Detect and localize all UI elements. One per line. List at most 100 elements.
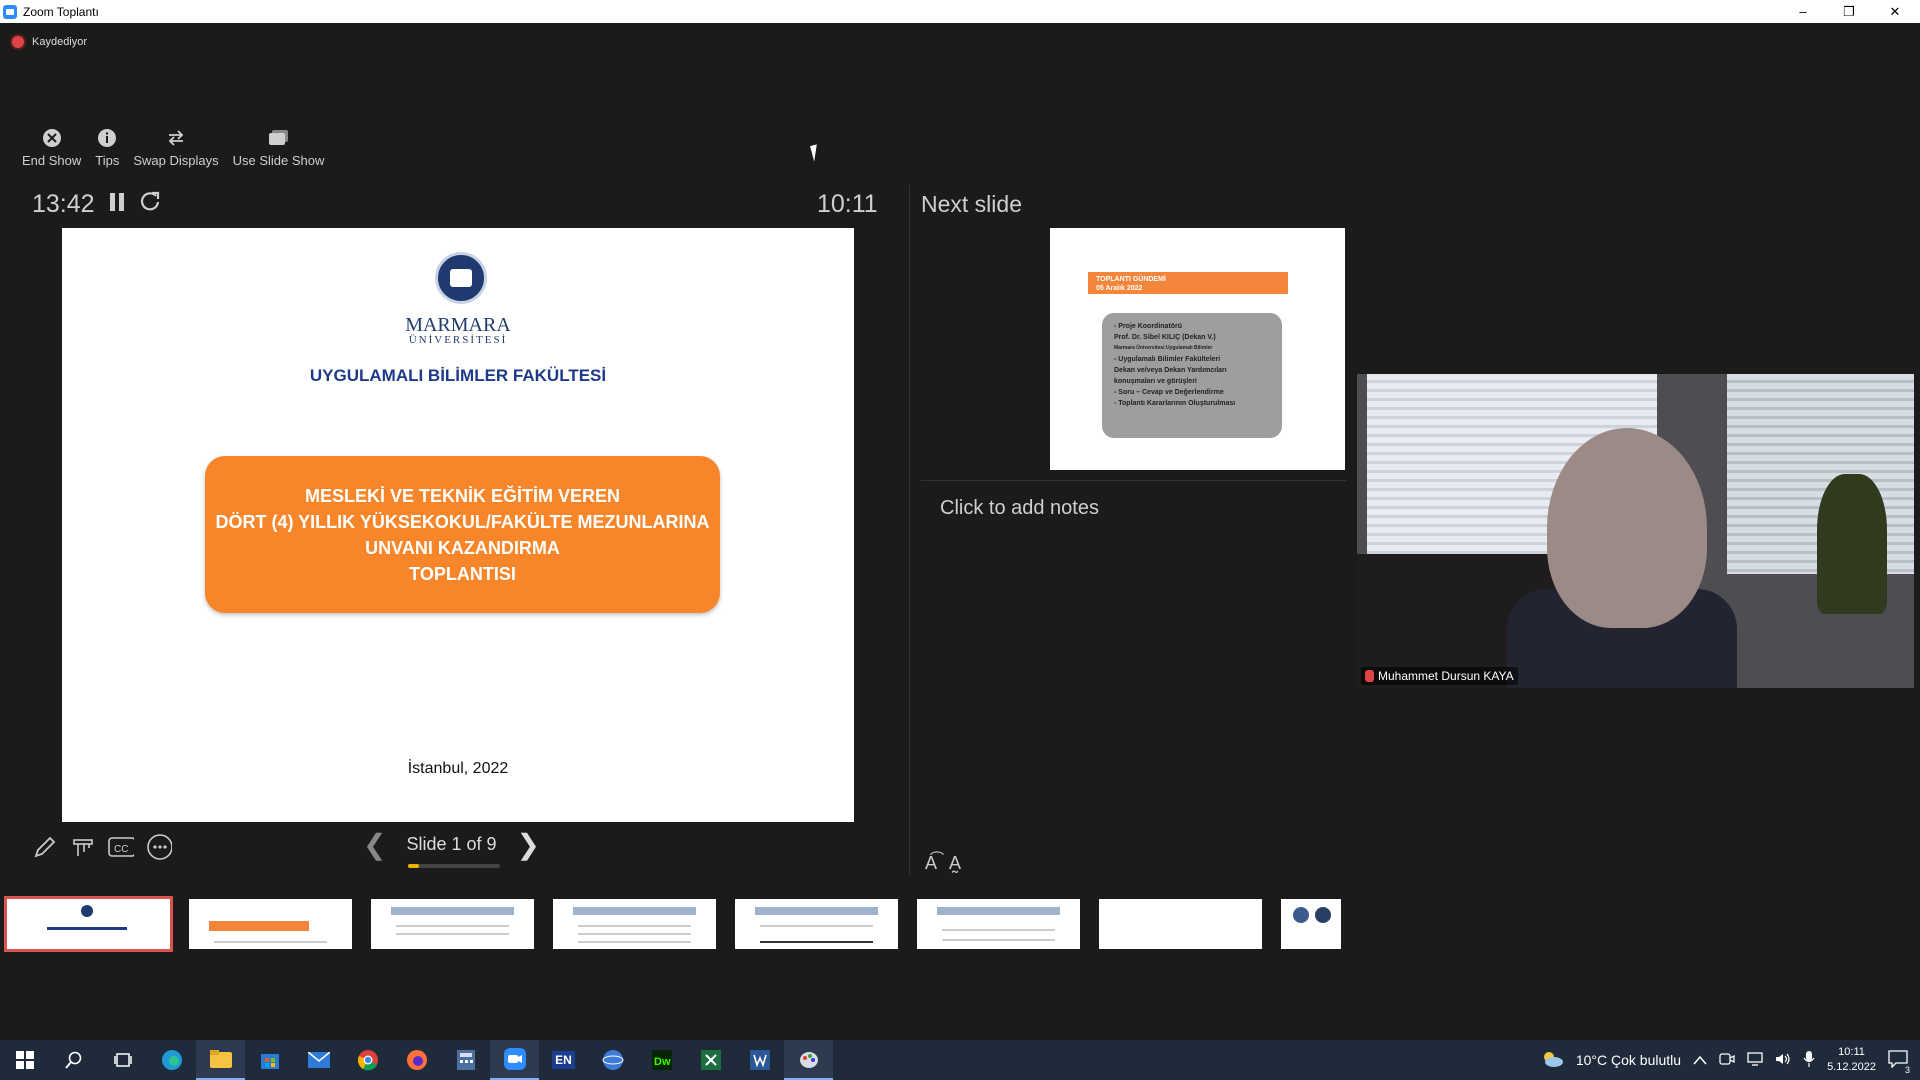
panel-divider [909, 185, 910, 875]
slide-thumbnail[interactable] [553, 899, 716, 949]
pen-icon[interactable] [32, 834, 58, 860]
next-slide-preview[interactable]: TOPLANTI GÜNDEMİ 05 Aralık 2022 - Proje … [1050, 228, 1345, 470]
decrease-font-button[interactable]: A̰ [949, 853, 961, 874]
agenda-item: Marmara Üniversitesi Uygulamalı Bilimler [1114, 345, 1213, 351]
chrome-icon[interactable] [343, 1040, 392, 1080]
end-show-button[interactable]: End Show [22, 127, 81, 168]
agenda-item: - Uygulamalı Bilimler Fakülteleri [1114, 356, 1221, 363]
more-options-icon[interactable] [146, 834, 172, 860]
next-slide-button[interactable]: ❯ [517, 828, 540, 861]
thumbnail-text [396, 933, 509, 935]
start-menu-icon[interactable] [0, 1040, 49, 1080]
slide-thumbnail[interactable] [1281, 899, 1341, 949]
tips-label: Tips [95, 153, 120, 168]
thumbnail-header [755, 907, 878, 915]
thumbnail-header [573, 907, 696, 915]
restore-button[interactable]: ❐ [1826, 0, 1872, 23]
thumbnail-text [942, 939, 1055, 941]
university-subtitle: ÜNİVERSİTESİ [408, 334, 508, 346]
pause-timer-icon[interactable] [109, 190, 125, 219]
muted-mic-icon [1365, 670, 1374, 682]
network-icon[interactable] [1747, 1051, 1763, 1069]
taskbar-time: 10:11 [1838, 1046, 1865, 1058]
slide-thumbnail[interactable] [1099, 899, 1262, 949]
meeting-title-line: TOPLANTISI [409, 563, 516, 584]
weather-icon[interactable] [1540, 1050, 1564, 1071]
thumbnail-logo [1293, 907, 1309, 923]
thumbnail-text [47, 927, 127, 930]
use-slide-show-label: Use Slide Show [232, 153, 325, 168]
volume-icon[interactable] [1775, 1052, 1791, 1069]
taskbar-clock[interactable]: 10:11 5.12.2022 [1827, 1045, 1876, 1075]
meeting-title-line: DÖRT (4) YILLIK YÜKSEKOKUL/FAKÜLTE MEZUN… [215, 511, 710, 532]
thumbnail-header [937, 907, 1060, 915]
slide-thumbnail-strip [4, 896, 1341, 952]
firefox-icon[interactable] [392, 1040, 441, 1080]
slide-thumbnail[interactable] [917, 899, 1080, 949]
close-button[interactable]: ✕ [1872, 0, 1918, 23]
swap-icon [165, 127, 187, 149]
file-explorer-icon[interactable] [196, 1040, 245, 1080]
meeting-title-line: MESLEKİ VE TEKNİK EĞİTİM VEREN [304, 485, 621, 506]
zoom-taskbar-icon[interactable] [490, 1040, 539, 1080]
search-icon[interactable] [49, 1040, 98, 1080]
svg-text:Dw: Dw [654, 1056, 671, 1068]
slide-thumbnail[interactable] [4, 896, 173, 952]
current-clock: 10:11 [817, 190, 878, 218]
participant-video[interactable]: Muhammet Dursun KAYA [1357, 374, 1914, 688]
thumbnail-text [214, 941, 327, 943]
recording-indicator[interactable]: Kaydediyor [12, 36, 87, 48]
slide-thumbnail[interactable] [371, 899, 534, 949]
swap-displays-button[interactable]: Swap Displays [133, 127, 219, 168]
increase-font-button[interactable]: A͡ [925, 853, 937, 874]
excel-icon[interactable] [686, 1040, 735, 1080]
use-slide-show-button[interactable]: Use Slide Show [232, 127, 325, 168]
mail-icon[interactable] [294, 1040, 343, 1080]
minimize-button[interactable]: – [1780, 0, 1826, 23]
slide-progress-fill [408, 864, 419, 868]
notification-center-icon[interactable]: 3 [1888, 1049, 1912, 1075]
slide-thumbnail[interactable] [735, 899, 898, 949]
paint-app-icon[interactable] [784, 1040, 833, 1080]
agenda-box: - Proje Koordinatörü Prof. Dr. Sibel KIL… [1102, 313, 1282, 438]
microsoft-store-icon[interactable] [245, 1040, 294, 1080]
previous-slide-button[interactable]: ❮ [363, 828, 386, 861]
agenda-item: - Toplantı Kararlarının Oluşturulması [1114, 400, 1236, 407]
task-view-icon[interactable] [98, 1040, 147, 1080]
svg-text:CC: CC [114, 844, 128, 855]
restart-timer-icon[interactable] [139, 190, 161, 219]
notes-area[interactable]: Click to add notes [940, 497, 1099, 520]
thumbnail-logo [1315, 907, 1331, 923]
participant-name-tag: Muhammet Dursun KAYA [1361, 667, 1518, 685]
slide-counter-label: Slide 1 of 9 [406, 834, 497, 854]
dreamweaver-icon[interactable]: Dw [637, 1040, 686, 1080]
slide-place-date: İstanbul, 2022 [407, 760, 509, 777]
thumbnail-text [578, 933, 691, 935]
weather-text[interactable]: 10°C Çok bulutlu [1576, 1052, 1681, 1068]
faculty-title: UYGULAMALI BİLİMLER FAKÜLTESİ [309, 366, 607, 385]
word-icon[interactable] [735, 1040, 784, 1080]
tips-button[interactable]: Tips [95, 127, 119, 168]
swap-displays-label: Swap Displays [133, 153, 219, 168]
mouse-cursor-icon [810, 144, 821, 162]
elapsed-time: 13:42 [32, 190, 95, 218]
thumbnail-logo [81, 905, 93, 917]
meet-now-icon[interactable] [1719, 1052, 1735, 1069]
subtitles-cc-icon[interactable]: CC [108, 834, 134, 860]
microphone-icon[interactable] [1803, 1050, 1815, 1070]
marmara-logo [435, 252, 487, 304]
laser-pointer-icon[interactable] [70, 834, 96, 860]
calculator-icon[interactable] [441, 1040, 490, 1080]
network-app-icon[interactable] [588, 1040, 637, 1080]
taskbar-date: 5.12.2022 [1827, 1061, 1876, 1073]
language-label: EN [552, 1051, 575, 1069]
windows-taskbar: EN Dw 10°C Çok bulutlu 10:11 5.12.2022 3 [0, 1040, 1920, 1080]
edge-browser-icon[interactable] [147, 1040, 196, 1080]
agenda-item: Dekan ve/veya Dekan Yardımcıları [1114, 367, 1227, 374]
info-icon [96, 127, 118, 149]
slide-thumbnail[interactable] [189, 899, 352, 949]
language-indicator[interactable]: EN [539, 1040, 588, 1080]
chevron-up-icon[interactable] [1693, 1052, 1707, 1068]
meeting-title-line: UNVANI KAZANDIRMA [365, 537, 560, 558]
slide-navigation: ❮ Slide 1 of 9 ❯ [363, 828, 540, 868]
